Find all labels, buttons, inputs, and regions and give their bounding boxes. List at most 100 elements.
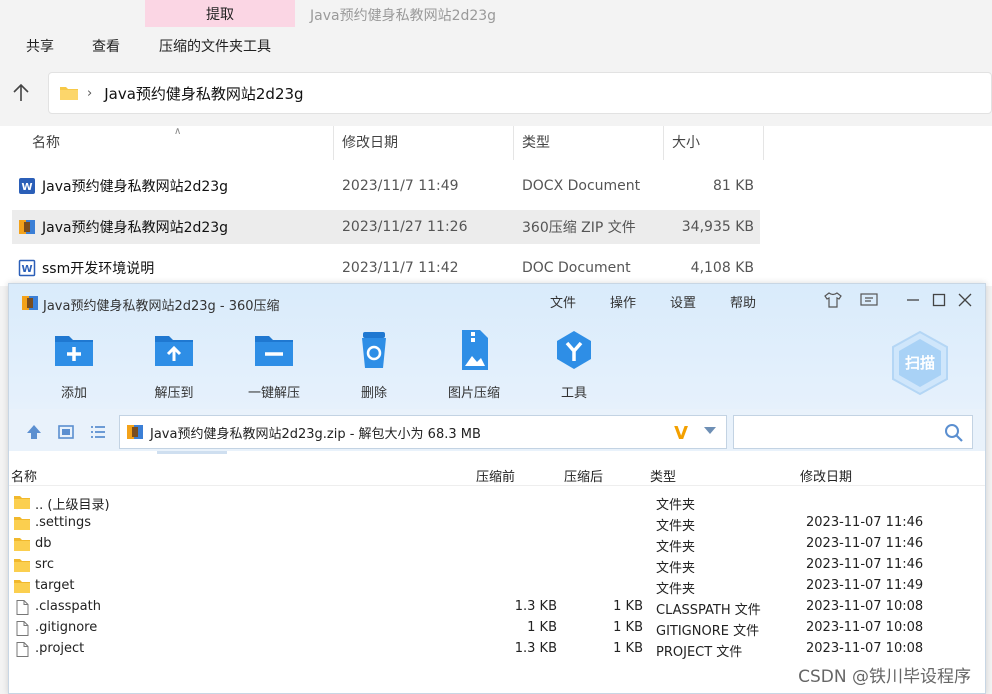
- entry-date: 2023-11-07 11:46: [806, 557, 924, 572]
- explorer-file-row[interactable]: Java预约健身私教网站2d23g 2023/11/27 11:26 360压缩…: [12, 210, 760, 244]
- column-size[interactable]: 大小: [664, 126, 764, 160]
- delete-button[interactable]: 删除: [329, 328, 419, 401]
- zip-entry-row[interactable]: .gitignore 1 KB 1 KB GITIGNORE 文件 2023-11-07…: [9, 618, 985, 639]
- column-after[interactable]: 压缩后: [564, 466, 603, 485]
- up-arrow-icon[interactable]: [10, 82, 32, 104]
- entry-date: 2023-11-07 11:46: [806, 515, 924, 530]
- file-name: Java预约健身私教网站2d23g: [42, 220, 229, 236]
- explorer-file-row[interactable]: W Java预约健身私教网站2d23g 2023/11/7 11:49 DOCX…: [12, 169, 760, 203]
- entry-date: 2023-11-07 10:08: [806, 620, 924, 635]
- svg-text:W: W: [21, 182, 32, 193]
- close-icon[interactable]: [955, 290, 975, 310]
- zip-entry-row[interactable]: .settings 文件夹 2023-11-07 11:46: [9, 513, 985, 534]
- v-logo-icon[interactable]: V: [674, 423, 688, 444]
- column-before[interactable]: 压缩前: [476, 466, 515, 485]
- zip-app-icon: [22, 296, 38, 310]
- entry-name: src: [35, 557, 54, 572]
- entry-size-after: 1 KB: [613, 620, 643, 635]
- column-name[interactable]: 名称: [11, 466, 37, 485]
- column-name[interactable]: 名称: [24, 126, 334, 160]
- thumbnail-view-icon[interactable]: [57, 423, 75, 441]
- menu-file[interactable]: 文件: [550, 292, 576, 311]
- list-view-icon[interactable]: [89, 423, 107, 441]
- menu-help[interactable]: 帮助: [730, 292, 756, 311]
- entry-name: .settings: [35, 515, 91, 530]
- folder-icon: [60, 87, 78, 100]
- column-type[interactable]: 类型: [650, 466, 676, 485]
- file-icon: [16, 621, 29, 636]
- explorer-address-path: Java预约健身私教网站2d23g: [104, 84, 304, 103]
- add-button[interactable]: 添加: [29, 328, 119, 401]
- file-type: 360压缩 ZIP 文件: [522, 220, 636, 236]
- menu-operate[interactable]: 操作: [610, 292, 636, 311]
- folder-icon: [14, 496, 30, 509]
- entry-name: .project: [35, 641, 85, 656]
- zip-entry-row[interactable]: .classpath 1.3 KB 1 KB CLASSPATH 文件 2023-11-…: [9, 597, 985, 618]
- tools-button-label: 工具: [560, 386, 587, 401]
- ribbon-tab-view[interactable]: 查看: [92, 36, 120, 56]
- column-date[interactable]: 修改日期: [334, 126, 514, 160]
- file-size: 4,108 KB: [690, 260, 754, 276]
- entry-type: 文件夹: [656, 519, 696, 534]
- zip-entry-row[interactable]: .project 1.3 KB 1 KB PROJECT 文件 2023-11-07 1…: [9, 639, 985, 660]
- zip-window-title: Java预约健身私教网站2d23g - 360压缩: [43, 299, 280, 314]
- search-icon[interactable]: [944, 423, 964, 443]
- entry-type: 文件夹: [656, 561, 696, 576]
- word-doc-icon: W: [18, 259, 36, 277]
- menu-settings[interactable]: 设置: [670, 292, 696, 311]
- entry-type: 文件夹: [656, 540, 696, 555]
- zip-column-header: 名称 压缩前 压缩后 类型 修改日期: [9, 464, 985, 486]
- skin-shirt-icon[interactable]: [823, 290, 843, 310]
- zip-search-input[interactable]: [733, 415, 973, 449]
- explorer-file-row[interactable]: W ssm开发环境说明 2023/11/7 11:42 DOC Document…: [12, 251, 760, 285]
- entry-date: 2023-11-07 11:46: [806, 536, 924, 551]
- feedback-icon[interactable]: [859, 290, 879, 310]
- file-date: 2023/11/7 11:49: [342, 178, 459, 194]
- zip-entry-row[interactable]: target 文件夹 2023-11-07 11:49: [9, 576, 985, 597]
- zip-archive-icon: [19, 220, 35, 234]
- ribbon-tab-share[interactable]: 共享: [26, 36, 54, 56]
- zip-entry-row[interactable]: src 文件夹 2023-11-07 11:46: [9, 555, 985, 576]
- file-date: 2023/11/7 11:42: [342, 260, 459, 276]
- extract-to-button-label: 解压到: [154, 386, 194, 401]
- up-level-icon[interactable]: [25, 423, 43, 441]
- image-compress-button[interactable]: 图片压缩: [429, 328, 519, 401]
- add-folder-icon: [55, 336, 93, 366]
- minimize-icon[interactable]: [903, 290, 923, 310]
- file-icon: [16, 642, 29, 657]
- zip-address-text: Java预约健身私教网站2d23g.zip - 解包大小为 68.3 MB: [150, 426, 481, 442]
- chevron-right-icon[interactable]: ›: [87, 86, 92, 101]
- scan-button[interactable]: 扫描: [889, 330, 951, 396]
- zip-archive-icon: [127, 425, 143, 439]
- column-type[interactable]: 类型: [514, 126, 664, 160]
- image-compress-icon: [462, 330, 488, 370]
- entry-size-after: 1 KB: [613, 641, 643, 656]
- extract-tab[interactable]: 提取: [145, 0, 295, 27]
- zip-header: Java预约健身私教网站2d23g - 360压缩 文件 操作 设置 帮助 添加…: [9, 284, 985, 409]
- folder-icon: [14, 559, 30, 572]
- tools-button[interactable]: 工具: [529, 328, 619, 401]
- entry-date: 2023-11-07 10:08: [806, 599, 924, 614]
- zip-entry-row[interactable]: .. (上级目录) 文件夹: [9, 492, 985, 513]
- folder-icon: [14, 517, 30, 530]
- zip-entry-row[interactable]: db 文件夹 2023-11-07 11:46: [9, 534, 985, 555]
- column-date[interactable]: 修改日期: [800, 466, 852, 485]
- maximize-icon[interactable]: [929, 290, 949, 310]
- file-type: DOC Document: [522, 260, 631, 276]
- ribbon-tab-compressed-folder-tools[interactable]: 压缩的文件夹工具: [159, 36, 271, 56]
- add-button-label: 添加: [60, 386, 87, 401]
- zip-address-row: Java预约健身私教网站2d23g.zip - 解包大小为 68.3 MB V: [9, 409, 985, 451]
- entry-type: CLASSPATH 文件: [656, 603, 761, 618]
- entry-size-before: 1.3 KB: [514, 599, 557, 614]
- explorer-address-bar[interactable]: › Java预约健身私教网站2d23g: [48, 72, 992, 114]
- zip-address-bar[interactable]: Java预约健身私教网站2d23g.zip - 解包大小为 68.3 MB V: [119, 415, 727, 449]
- dropdown-arrow-icon[interactable]: [704, 427, 716, 434]
- extract-to-button[interactable]: 解压到: [129, 328, 219, 401]
- delete-button-label: 删除: [360, 386, 387, 401]
- entry-name: db: [35, 536, 52, 551]
- explorer-address-row: › Java预约健身私教网站2d23g: [0, 68, 992, 126]
- one-click-extract-button[interactable]: 一键解压: [229, 328, 319, 401]
- entry-name: target: [35, 578, 75, 593]
- folder-icon: [14, 538, 30, 551]
- file-size: 34,935 KB: [681, 219, 754, 235]
